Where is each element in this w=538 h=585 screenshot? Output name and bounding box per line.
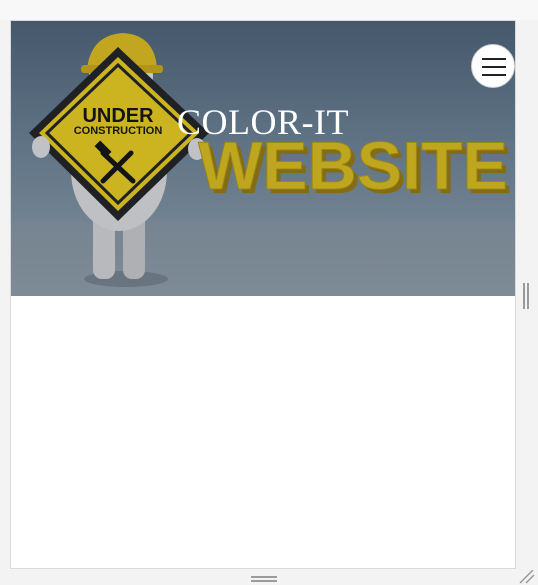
hamburger-icon-middle — [482, 66, 506, 68]
website-preview-frame: UNDER CONSTRUCTION WEBSITE WEBSITE COLOR… — [10, 20, 516, 569]
corner-resize-icon[interactable] — [518, 570, 536, 584]
hero-overlay — [11, 21, 515, 296]
page-content-area — [11, 296, 515, 568]
width-resize-handle[interactable] — [523, 283, 529, 309]
top-strip — [0, 0, 538, 20]
hamburger-icon-bottom — [482, 74, 506, 76]
menu-button[interactable] — [471, 44, 515, 88]
hero-banner: UNDER CONSTRUCTION WEBSITE WEBSITE COLOR… — [11, 21, 515, 296]
site-title: COLOR-IT — [177, 102, 349, 142]
height-resize-handle[interactable] — [251, 576, 277, 584]
hamburger-icon — [482, 58, 506, 60]
